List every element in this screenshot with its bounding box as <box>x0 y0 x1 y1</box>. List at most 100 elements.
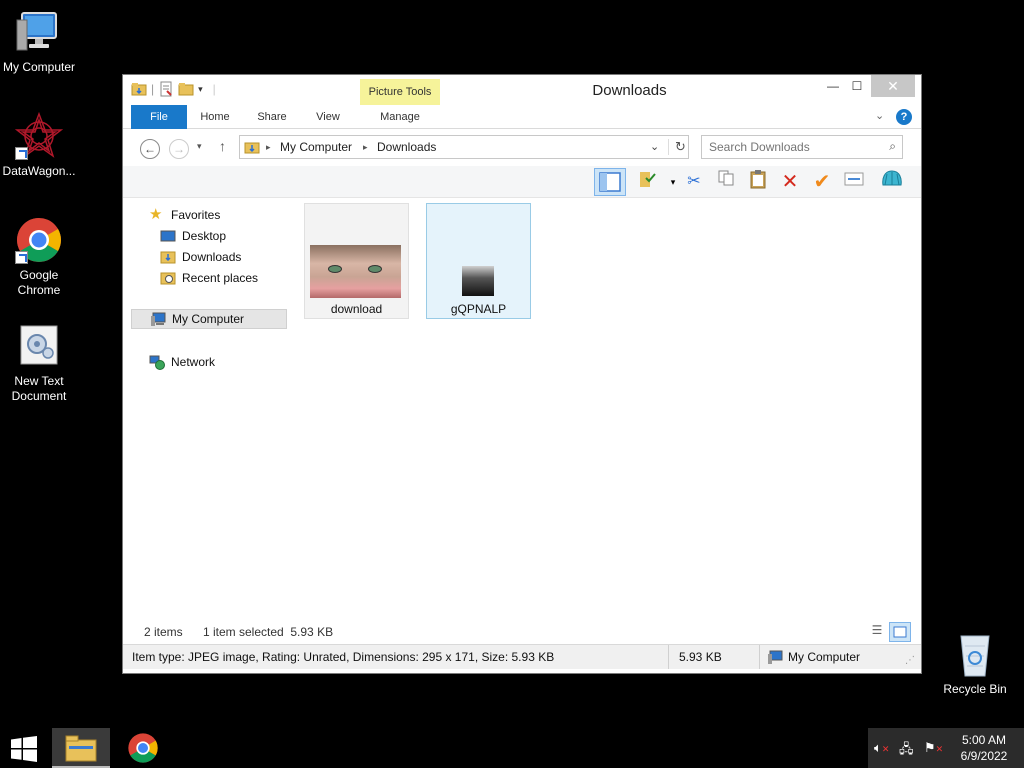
file-item-download[interactable]: download <box>304 203 409 319</box>
nav-label: Desktop <box>182 229 227 243</box>
shortcut-arrow-icon <box>15 251 28 264</box>
breadcrumb-my-computer[interactable]: My Computer <box>280 140 352 154</box>
item-location: My Computer <box>788 650 861 664</box>
selection-info: 1 item selected 5.93 KB <box>203 625 334 639</box>
nav-desktop[interactable]: Desktop <box>160 226 289 246</box>
clock-time: 5:00 AM <box>961 733 1007 747</box>
desktop-icon-label: Google Chrome <box>17 268 61 297</box>
item-size: 5.93 KB <box>679 650 722 664</box>
help-icon[interactable]: ? <box>896 109 912 125</box>
computer-icon <box>767 649 783 665</box>
close-button[interactable]: ✕ <box>871 75 915 97</box>
downloads-folder-icon <box>160 249 176 265</box>
nav-label: Downloads <box>182 250 242 264</box>
nav-label: Network <box>171 355 216 369</box>
resize-grip-icon[interactable]: ⋰ <box>905 655 915 666</box>
address-bar[interactable]: ▸ My Computer ▸ Downloads ⌄ ↻ <box>239 135 689 159</box>
desktop-icon-label: My Computer <box>2 60 76 74</box>
ribbon-tabs: File Home Share View Manage ⌄ ? <box>123 105 921 129</box>
nav-downloads[interactable]: Downloads <box>160 247 289 267</box>
ribbon-expand-icon[interactable]: ⌄ <box>875 109 884 122</box>
taskbar-google-chrome[interactable] <box>118 728 168 768</box>
title-bar[interactable]: | ▾ | Picture Tools Downloads — ☐ ✕ <box>123 75 921 105</box>
large-icons-view-icon[interactable] <box>889 622 911 642</box>
desktop-icon-label: New Text Document <box>11 374 67 403</box>
desktop-icon <box>160 228 176 244</box>
downloads-folder-icon <box>244 142 260 154</box>
select-all-icon[interactable] <box>635 169 661 195</box>
forward-button[interactable]: → <box>169 139 189 159</box>
tab-view[interactable]: View <box>307 105 349 129</box>
file-item-gqpnalp[interactable]: gQPNALP <box>426 203 531 319</box>
copy-icon[interactable] <box>713 169 739 195</box>
search-input[interactable] <box>702 136 872 158</box>
checkmark-icon[interactable]: ✔ <box>809 169 835 195</box>
shell-icon[interactable] <box>879 169 905 195</box>
clock-date: 6/9/2022 <box>960 749 1008 763</box>
star-icon: ★ <box>149 206 163 223</box>
nav-favorites[interactable]: ★ Favorites <box>149 205 289 225</box>
chrome-icon <box>128 733 158 763</box>
nav-recent-places[interactable]: Recent places <box>160 268 289 288</box>
desktop-icon-recycle-bin[interactable]: Recycle Bin <box>936 630 1014 697</box>
navigation-pane: ★ Favorites Desktop Downloads Recent pla… <box>123 199 293 619</box>
breadcrumb-downloads[interactable]: Downloads <box>377 140 436 154</box>
details-bar: Item type: JPEG image, Rating: Unrated, … <box>123 644 921 669</box>
desktop-icon-label: Recycle Bin <box>943 682 1007 696</box>
image-thumbnail <box>462 266 494 296</box>
taskbar-file-explorer[interactable] <box>52 728 110 768</box>
tab-share[interactable]: Share <box>249 105 295 129</box>
volume-muted-icon[interactable]: 🔈︎✕ <box>874 740 889 756</box>
chrome-icon <box>15 216 63 264</box>
rename-icon[interactable] <box>841 169 867 195</box>
network-icon <box>149 354 165 370</box>
cut-icon[interactable]: ✂ <box>681 169 707 195</box>
nav-network[interactable]: Network <box>149 352 289 372</box>
file-explorer-icon <box>65 735 97 762</box>
delete-icon[interactable]: ✕ <box>777 169 803 195</box>
computer-icon <box>15 8 63 56</box>
clock[interactable]: 5:00 AM 6/9/2022 <box>948 732 1020 764</box>
nav-label: Recent places <box>182 271 259 285</box>
paste-icon[interactable] <box>745 169 771 195</box>
address-dropdown-icon[interactable]: ⌄ <box>650 140 659 153</box>
search-icon[interactable]: ⌕ <box>889 139 896 154</box>
nav-my-computer[interactable]: My Computer <box>131 309 287 329</box>
command-toolbar: ▾ ✂ ✕ ✔ <box>123 166 921 198</box>
shortcut-arrow-icon <box>15 147 28 160</box>
computer-icon <box>150 311 166 327</box>
taskbar: 🔈︎✕ 🖧︎ ⚑︎✕ 5:00 AM 6/9/2022 <box>0 728 1024 768</box>
explorer-window[interactable]: | ▾ | Picture Tools Downloads — ☐ ✕ File… <box>122 74 922 674</box>
action-center-icon[interactable]: ⚑︎✕ <box>924 740 943 756</box>
file-name: download <box>330 302 383 316</box>
file-list[interactable]: download gQPNALP <box>297 199 913 619</box>
up-button[interactable]: ↑ <box>219 138 226 154</box>
refresh-icon[interactable]: ↻ <box>668 139 686 155</box>
address-row: ← → ▾ ↑ ▸ My Computer ▸ Downloads ⌄ ↻ ⌕ <box>123 130 921 166</box>
status-bar: 2 items 1 item selected 5.93 KB ☰ <box>123 621 921 643</box>
tab-file[interactable]: File <box>131 105 187 129</box>
item-count: 2 items <box>144 625 183 639</box>
file-name: gQPNALP <box>450 302 507 316</box>
maximize-button[interactable]: ☐ <box>843 75 871 97</box>
start-button[interactable] <box>0 728 48 768</box>
desktop-icon-google-chrome[interactable]: Google Chrome <box>0 216 78 298</box>
windows-logo-icon <box>11 736 37 762</box>
desktop-icon-new-text-document[interactable]: New Text Document <box>0 322 78 404</box>
recent-places-icon <box>160 270 176 286</box>
tab-manage[interactable]: Manage <box>360 105 440 129</box>
item-details: Item type: JPEG image, Rating: Unrated, … <box>132 650 555 664</box>
breadcrumb-separator-icon[interactable]: ▸ <box>363 142 368 153</box>
tab-home[interactable]: Home <box>193 105 237 129</box>
preview-pane-button[interactable] <box>594 168 626 196</box>
desktop-icon-my-computer[interactable]: My Computer <box>0 8 78 75</box>
search-box[interactable]: ⌕ <box>701 135 903 159</box>
text-document-icon <box>15 322 63 370</box>
breadcrumb-separator-icon[interactable]: ▸ <box>266 142 271 153</box>
details-view-icon[interactable]: ☰ <box>867 623 887 641</box>
window-title: Downloads <box>592 82 667 99</box>
desktop-icon-datawagon[interactable]: DataWagon... <box>0 111 78 179</box>
back-button[interactable]: ← <box>140 139 160 159</box>
recent-locations-chevron-icon[interactable]: ▾ <box>197 141 202 152</box>
network-tray-icon[interactable]: 🖧︎ <box>899 740 914 762</box>
